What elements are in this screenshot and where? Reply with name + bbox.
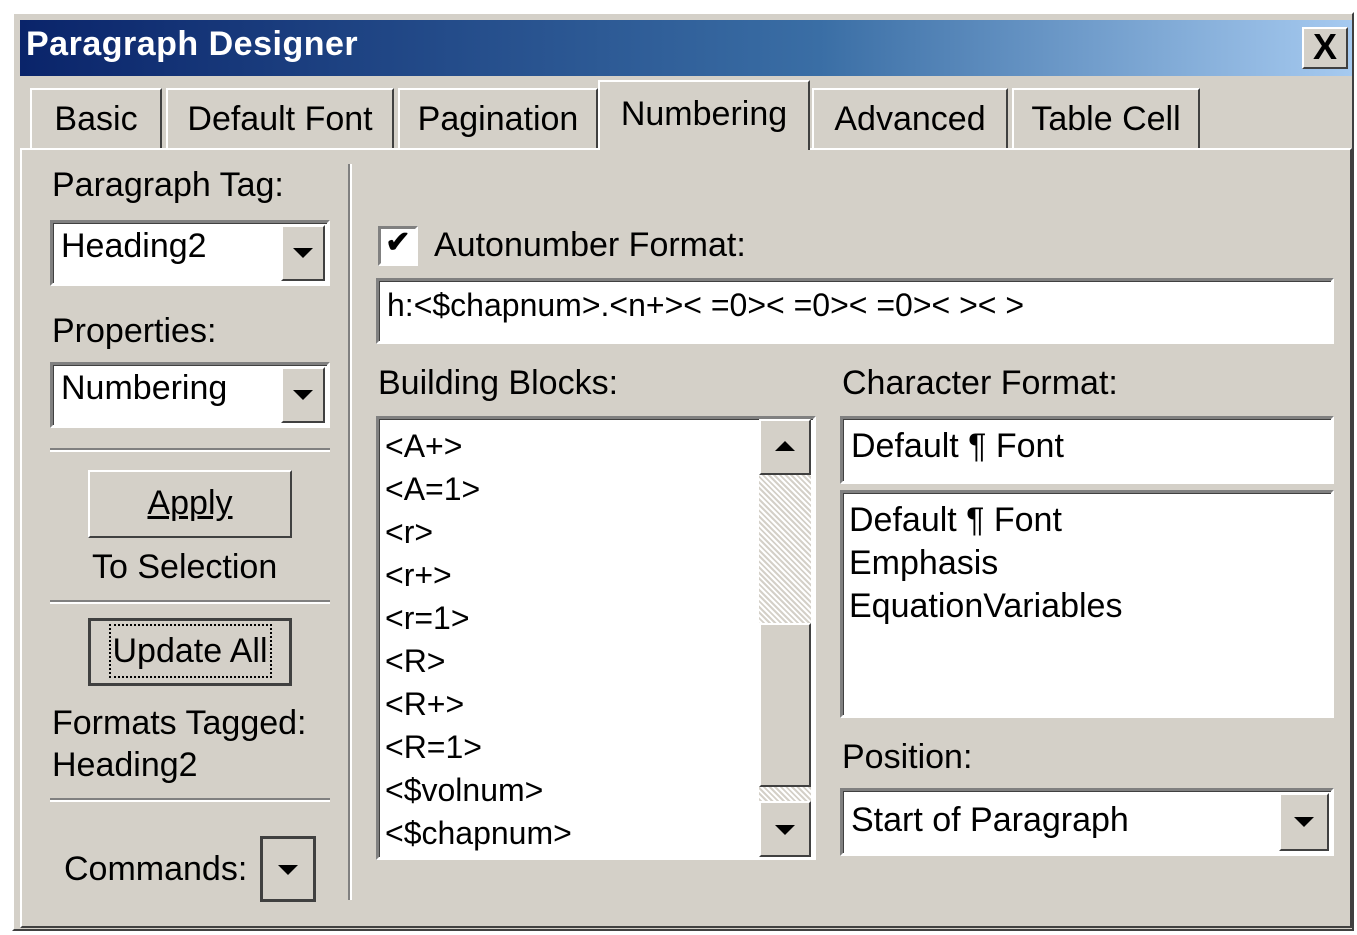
scroll-thumb[interactable] <box>759 623 811 787</box>
character-format-list[interactable]: Default ¶ Font Emphasis EquationVariable… <box>840 490 1334 718</box>
list-item[interactable]: <A=1> <box>381 468 572 511</box>
paragraph-tag-label: Paragraph Tag: <box>52 166 284 204</box>
tab-basic[interactable]: Basic <box>30 88 162 148</box>
position-value: Start of Paragraph <box>851 801 1129 839</box>
autonumber-format-label: Autonumber Format: <box>434 226 746 264</box>
properties-combo[interactable]: Numbering <box>50 362 330 428</box>
scroll-down-button[interactable] <box>759 801 811 857</box>
building-blocks-list[interactable]: <A+> <A=1> <r> <r+> <r=1> <R> <R+> <R=1>… <box>376 416 816 860</box>
list-item[interactable]: <r=1> <box>381 597 572 640</box>
list-item[interactable]: <R=1> <box>381 726 572 769</box>
tab-default-font[interactable]: Default Font <box>166 88 394 148</box>
list-item[interactable]: <r+> <box>381 554 572 597</box>
update-all-button-label: Update All <box>108 624 272 678</box>
list-item[interactable]: <$chapnum> <box>381 812 572 855</box>
divider <box>50 600 330 604</box>
position-combo[interactable]: Start of Paragraph <box>840 788 1334 856</box>
list-item[interactable]: <R+> <box>381 683 572 726</box>
formats-tagged-value: Heading2 <box>52 746 198 784</box>
paragraph-tag-combo[interactable]: Heading2 <box>50 220 330 286</box>
update-all-button[interactable]: Update All <box>88 618 292 686</box>
chevron-down-icon <box>263 839 313 899</box>
list-item[interactable]: EquationVariables <box>845 585 1122 628</box>
character-format-items: Default ¶ Font Emphasis EquationVariable… <box>845 499 1122 628</box>
divider <box>50 448 330 452</box>
formats-tagged-label: Formats Tagged: <box>52 704 307 742</box>
close-button[interactable]: X <box>1302 27 1348 69</box>
commands-button[interactable] <box>260 836 316 902</box>
chevron-down-icon[interactable] <box>281 225 325 281</box>
position-label: Position: <box>842 738 973 776</box>
paragraph-tag-value: Heading2 <box>61 227 207 265</box>
autonumber-format-input[interactable]: h:<$chapnum>.<n+>< =0>< =0>< =0>< >< > <box>376 278 1334 344</box>
character-format-value: Default ¶ Font <box>851 427 1064 465</box>
to-selection-label: To Selection <box>92 548 278 586</box>
building-blocks-label: Building Blocks: <box>378 364 619 402</box>
tab-table-cell[interactable]: Table Cell <box>1012 88 1200 148</box>
vertical-divider <box>348 164 352 900</box>
list-item[interactable]: Default ¶ Font <box>845 499 1122 542</box>
properties-value: Numbering <box>61 369 228 407</box>
tab-pagination[interactable]: Pagination <box>398 88 598 148</box>
divider <box>50 798 330 802</box>
apply-button[interactable]: Apply <box>88 470 292 538</box>
apply-button-label: Apply <box>147 484 233 522</box>
list-item[interactable]: <r> <box>381 511 572 554</box>
list-item[interactable]: Emphasis <box>845 542 1122 585</box>
chevron-down-icon[interactable] <box>281 367 325 423</box>
chevron-down-icon[interactable] <box>1279 793 1329 851</box>
list-item[interactable]: <$volnum> <box>381 769 572 812</box>
autonumber-checkbox[interactable]: ✔ <box>378 226 418 266</box>
character-format-label: Character Format: <box>842 364 1118 402</box>
commands-label: Commands: <box>64 850 248 888</box>
autonumber-format-value: h:<$chapnum>.<n+>< =0>< =0>< =0>< >< > <box>387 287 1025 323</box>
list-item[interactable]: <R> <box>381 640 572 683</box>
scroll-up-button[interactable] <box>759 419 811 475</box>
properties-label: Properties: <box>52 312 217 350</box>
window-title: Paragraph Designer <box>26 25 359 63</box>
list-item[interactable]: <A+> <box>381 425 572 468</box>
character-format-input[interactable]: Default ¶ Font <box>840 416 1334 484</box>
building-blocks-items: <A+> <A=1> <r> <r+> <r=1> <R> <R+> <R=1>… <box>381 425 572 855</box>
tab-advanced[interactable]: Advanced <box>812 88 1008 148</box>
tab-numbering[interactable]: Numbering <box>598 80 810 150</box>
